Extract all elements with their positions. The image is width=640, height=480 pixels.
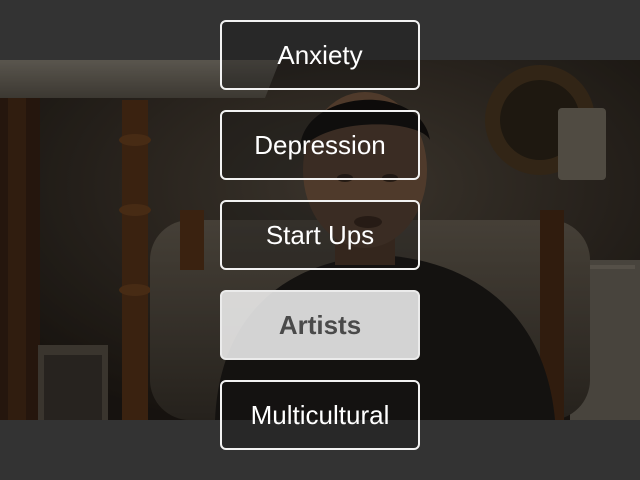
depression-button[interactable]: Depression	[220, 110, 420, 180]
multicultural-button-label: Multicultural	[250, 399, 390, 430]
start-ups-button[interactable]: Start Ups	[220, 200, 420, 270]
multicultural-button[interactable]: Multicultural	[220, 380, 420, 450]
start-ups-button-label: Start Ups	[265, 219, 375, 250]
app-screen: Anxiety Depression Start Ups Artists Mul…	[0, 0, 640, 480]
artists-button-label: Artists	[278, 309, 362, 340]
depression-button-label: Depression	[254, 129, 386, 160]
artists-button[interactable]: Artists	[220, 290, 420, 360]
anxiety-button[interactable]: Anxiety	[220, 20, 420, 90]
anxiety-button-label: Anxiety	[277, 39, 363, 70]
category-menu: Anxiety Depression Start Ups Artists Mul…	[220, 20, 420, 450]
